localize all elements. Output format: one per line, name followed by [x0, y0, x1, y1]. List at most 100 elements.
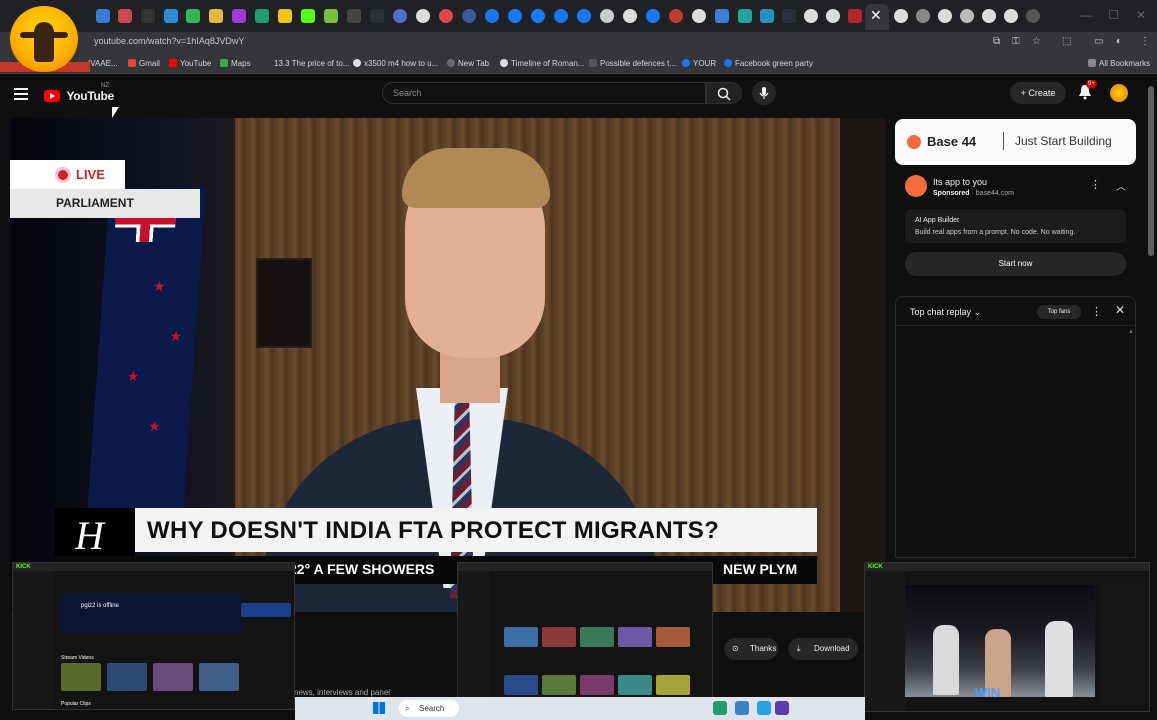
- tab-favicon[interactable]: [96, 9, 110, 23]
- bookmark-item[interactable]: Possible defences t...: [589, 59, 676, 68]
- video-thumb: [656, 675, 690, 695]
- close-icon[interactable]: ✕: [1115, 303, 1125, 317]
- thanks-button[interactable]: ⊙ Thanks: [724, 638, 778, 660]
- install-app-icon[interactable]: ⧉: [993, 36, 1000, 47]
- chat-mode-dropdown[interactable]: Top chat replay ⌄: [910, 307, 981, 318]
- close-tab-icon[interactable]: ✕: [870, 7, 882, 23]
- google-icon[interactable]: [804, 9, 818, 23]
- bookmark-gmail[interactable]: Gmail: [128, 59, 160, 68]
- voice-search-button[interactable]: [752, 81, 776, 105]
- thumb-sidebar: [13, 571, 53, 709]
- google-icon[interactable]: [826, 9, 840, 23]
- tab-favicon[interactable]: [278, 9, 292, 23]
- scroll-up-icon[interactable]: ▲: [1128, 329, 1134, 335]
- tab-favicon[interactable]: [848, 9, 862, 23]
- maximize-icon[interactable]: ☐: [1108, 8, 1119, 22]
- tab-favicon[interactable]: [393, 9, 407, 23]
- tab-favicon[interactable]: [255, 9, 269, 23]
- account-avatar[interactable]: [1110, 84, 1128, 102]
- windows-start-icon[interactable]: [373, 702, 385, 714]
- ad-title[interactable]: Its app to you: [933, 177, 987, 187]
- google-icon[interactable]: [692, 9, 706, 23]
- password-key-icon[interactable]: ⚿: [1012, 36, 1020, 47]
- google-icon[interactable]: [982, 9, 996, 23]
- minimize-icon[interactable]: —: [1080, 8, 1092, 22]
- google-icon[interactable]: [623, 9, 637, 23]
- hamburger-menu-icon[interactable]: [14, 88, 28, 100]
- tab-favicon[interactable]: [760, 9, 774, 23]
- facebook-icon[interactable]: [485, 9, 499, 23]
- facebook-icon[interactable]: [577, 9, 591, 23]
- tab-favicon[interactable]: [164, 9, 178, 23]
- bookmark-item[interactable]: YOUR: [682, 59, 716, 68]
- more-options-icon[interactable]: ⋮: [1091, 305, 1102, 318]
- tab-favicon[interactable]: [738, 9, 752, 23]
- google-icon[interactable]: [1004, 9, 1018, 23]
- tab-favicon[interactable]: [960, 9, 974, 23]
- address-bar[interactable]: youtube.com/watch?v=1hIAq8JVDwY ⧉ ⚿ ☆ ⬚ …: [0, 32, 1157, 54]
- tab-favicon[interactable]: [209, 9, 223, 23]
- bookmark-item[interactable]: 13.3 The price of to...: [274, 59, 349, 68]
- tab-favicon[interactable]: [669, 9, 683, 23]
- taskbar-app-icon[interactable]: [735, 701, 749, 715]
- ticker-weather: 22° A FEW SHOWERS: [289, 561, 435, 577]
- close-window-icon[interactable]: ✕: [1136, 8, 1146, 22]
- youtube-logo[interactable]: YouTube: [44, 87, 114, 105]
- tab-favicon[interactable]: [324, 9, 338, 23]
- page-scrollbar[interactable]: [1148, 86, 1154, 256]
- google-icon[interactable]: [894, 9, 908, 23]
- tab-favicon[interactable]: [916, 9, 930, 23]
- facebook-icon[interactable]: [646, 9, 660, 23]
- youtube-header: YouTube NZ Search + Create 9+: [0, 74, 1157, 116]
- taskbar-app-icon[interactable]: [775, 701, 789, 715]
- tab-favicon[interactable]: [715, 9, 729, 23]
- bookmark-item[interactable]: Timeline of Roman...: [500, 59, 585, 68]
- chevron-up-icon[interactable]: ︿: [1116, 178, 1126, 193]
- bookmark-item[interactable]: x3500 m4 how to u...: [353, 59, 438, 68]
- video-player[interactable]: ★ ★ ★ ★ LIVE PARLIAMENT H WHY DOESN'T IN…: [10, 118, 885, 612]
- browser-menu-icon[interactable]: ⋮: [1140, 36, 1150, 47]
- facebook-icon[interactable]: [508, 9, 522, 23]
- tab-favicon[interactable]: [439, 9, 453, 23]
- telegram-icon[interactable]: [757, 701, 771, 715]
- sidebar-icon[interactable]: ▭: [1094, 36, 1103, 47]
- tab-favicon[interactable]: [370, 9, 384, 23]
- top-fans-button[interactable]: Top fans: [1037, 305, 1081, 319]
- tab-favicon[interactable]: [416, 9, 430, 23]
- bookmark-item[interactable]: Facebook green party: [724, 59, 813, 68]
- bookmark-maps[interactable]: Maps: [220, 59, 251, 68]
- tab-favicon[interactable]: [141, 9, 155, 23]
- tab-favicon[interactable]: [118, 9, 132, 23]
- tab-favicon[interactable]: [347, 9, 361, 23]
- create-button[interactable]: + Create: [1010, 82, 1066, 104]
- youtube-play-icon: [44, 89, 60, 102]
- facebook-icon[interactable]: [531, 9, 545, 23]
- tab-favicon[interactable]: [462, 9, 476, 23]
- bookmark-star-icon[interactable]: ☆: [1032, 36, 1041, 47]
- tab-favicon[interactable]: [186, 9, 200, 23]
- tab-favicon[interactable]: [782, 9, 796, 23]
- url-text[interactable]: youtube.com/watch?v=1hIAq8JVDwY: [94, 36, 244, 46]
- tab-favicon[interactable]: [232, 9, 246, 23]
- fight-video: WIN: [905, 585, 1095, 700]
- taskbar-app-icon[interactable]: [713, 701, 727, 715]
- bookmark-item[interactable]: New Tab: [447, 59, 489, 68]
- taskbar-search[interactable]: ⌕ Search: [399, 700, 459, 717]
- start-now-button[interactable]: Start now: [905, 252, 1126, 276]
- google-icon[interactable]: [938, 9, 952, 23]
- more-options-icon[interactable]: ⋮: [1090, 178, 1101, 191]
- all-bookmarks[interactable]: All Bookmarks: [1088, 59, 1150, 68]
- ticker-town: NEW PLYM: [723, 561, 798, 577]
- bookmark-youtube[interactable]: YouTube: [169, 59, 211, 68]
- extensions-icon[interactable]: ⬚: [1062, 36, 1071, 47]
- download-button[interactable]: ⤓ Download: [788, 638, 858, 660]
- search-button[interactable]: [706, 82, 742, 104]
- tab-favicon[interactable]: [600, 9, 614, 23]
- facebook-icon[interactable]: [554, 9, 568, 23]
- tab-favicon[interactable]: [301, 9, 315, 23]
- search-input[interactable]: Search: [382, 82, 706, 104]
- new-tab-icon[interactable]: [1026, 9, 1040, 23]
- bookmark-item[interactable]: IVAAE...: [88, 59, 118, 68]
- ad-banner[interactable]: Base 44 Just Start Building: [895, 119, 1136, 165]
- profile-icon[interactable]: ◐: [1116, 36, 1122, 47]
